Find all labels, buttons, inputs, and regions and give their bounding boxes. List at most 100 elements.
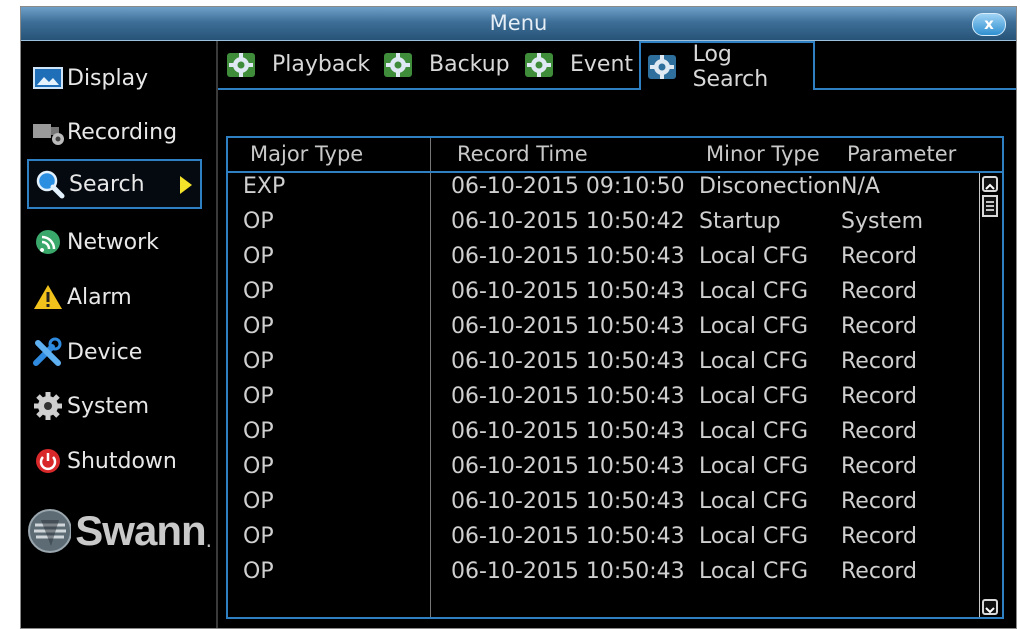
sidebar-item-search[interactable]: Search <box>27 159 202 209</box>
playback-tab-icon <box>224 48 258 82</box>
cell-minor-type: Local CFG <box>699 349 809 374</box>
network-icon <box>31 227 65 257</box>
cell-minor-type: Local CFG <box>699 279 809 304</box>
shutdown-icon <box>31 446 65 476</box>
menu-window: Menu x Display Recording Search Network … <box>20 6 1017 629</box>
table-row[interactable]: OP 06-10-2015 10:50:43 Local CFG Record <box>228 524 988 559</box>
sidebar-item-label: Shutdown <box>67 448 177 474</box>
cell-parameter: Record <box>841 559 918 584</box>
grip-icon <box>986 201 994 211</box>
cell-major-type: OP <box>243 489 274 514</box>
cell-minor-type: Local CFG <box>699 244 809 269</box>
cell-minor-type: Local CFG <box>699 489 809 514</box>
scroll-down-button[interactable] <box>982 599 998 615</box>
tab-label: Event <box>570 52 634 77</box>
search-icon <box>33 169 67 199</box>
sidebar-item-device[interactable]: Device <box>27 327 202 377</box>
sidebar-item-alarm[interactable]: Alarm <box>27 272 202 322</box>
cell-major-type: OP <box>243 454 274 479</box>
sidebar-item-label: Network <box>67 229 159 255</box>
header-parameter[interactable]: Parameter <box>847 142 956 166</box>
cell-record-time: 06-10-2015 10:50:43 <box>451 384 685 409</box>
cell-parameter: Record <box>841 489 918 514</box>
cell-parameter: N/A <box>841 174 880 199</box>
tab-playback[interactable]: Playback <box>224 41 370 88</box>
cell-record-time: 06-10-2015 10:50:43 <box>451 454 685 479</box>
scroll-thumb[interactable] <box>982 195 998 217</box>
tab-log-search[interactable]: Log Search <box>639 41 815 92</box>
table-row[interactable]: OP 06-10-2015 10:50:43 Local CFG Record <box>228 244 988 279</box>
swann-logo: Swann. <box>27 496 212 566</box>
table-row[interactable]: OP 06-10-2015 10:50:43 Local CFG Record <box>228 349 988 384</box>
window-title: Menu <box>489 11 548 35</box>
header-minor-type[interactable]: Minor Type <box>706 142 820 166</box>
table-row[interactable]: OP 06-10-2015 10:50:42 Startup System <box>228 209 988 244</box>
tab-label: Playback <box>272 52 371 77</box>
cell-minor-type: Local CFG <box>699 559 809 584</box>
sidebar-item-recording[interactable]: Recording <box>27 107 202 157</box>
table-row[interactable]: EXP 06-10-2015 09:10:50 Disconection N/A <box>228 174 988 209</box>
table-row[interactable]: OP 06-10-2015 10:50:43 Local CFG Record <box>228 279 988 314</box>
cell-record-time: 06-10-2015 10:50:43 <box>451 279 685 304</box>
cell-major-type: OP <box>243 244 274 269</box>
cell-major-type: OP <box>243 384 274 409</box>
cell-parameter: Record <box>841 419 918 444</box>
cell-record-time: 06-10-2015 10:50:43 <box>451 489 685 514</box>
cell-major-type: OP <box>243 349 274 374</box>
cell-minor-type: Local CFG <box>699 419 809 444</box>
cell-parameter: Record <box>841 314 918 339</box>
cell-record-time: 06-10-2015 10:50:43 <box>451 349 685 374</box>
cell-major-type: OP <box>243 209 274 234</box>
scroll-up-button[interactable] <box>982 176 998 192</box>
arrow-right-icon <box>180 176 192 194</box>
cell-major-type: OP <box>243 419 274 444</box>
table-row[interactable]: OP 06-10-2015 10:50:43 Local CFG Record <box>228 314 988 349</box>
vertical-scrollbar[interactable] <box>979 173 1002 617</box>
cell-parameter: Record <box>841 279 918 304</box>
sidebar-item-label: Device <box>67 339 143 365</box>
cell-record-time: 06-10-2015 10:50:43 <box>451 314 685 339</box>
sidebar-item-label: Recording <box>67 119 178 145</box>
header-major-type[interactable]: Major Type <box>250 142 363 166</box>
tab-backup[interactable]: Backup <box>381 41 510 88</box>
backup-tab-icon <box>381 48 415 82</box>
chevron-down-icon <box>985 607 995 614</box>
event-tab-icon <box>522 48 556 82</box>
cell-minor-type: Local CFG <box>699 384 809 409</box>
cell-major-type: OP <box>243 314 274 339</box>
table-row[interactable]: OP 06-10-2015 10:50:43 Local CFG Record <box>228 419 988 454</box>
table-row[interactable]: OP 06-10-2015 10:50:43 Local CFG Record <box>228 384 988 419</box>
tab-label: Log Search <box>692 41 769 92</box>
logo-mark: . <box>205 528 212 552</box>
sidebar-item-system[interactable]: System <box>27 381 202 431</box>
table-header: Major Type Record Time Minor Type Parame… <box>228 138 1002 173</box>
cell-record-time: 06-10-2015 10:50:43 <box>451 419 685 444</box>
title-bar: Menu x <box>21 7 1016 41</box>
cell-minor-type: Local CFG <box>699 454 809 479</box>
cell-record-time: 06-10-2015 10:50:43 <box>451 524 685 549</box>
cell-parameter: Record <box>841 524 918 549</box>
table-row[interactable]: OP 06-10-2015 10:50:43 Local CFG Record <box>228 489 988 524</box>
cell-minor-type: Local CFG <box>699 314 809 339</box>
close-button[interactable]: x <box>972 13 1006 36</box>
table-row[interactable]: OP 06-10-2015 10:50:43 Local CFG Record <box>228 559 988 594</box>
sidebar-item-display[interactable]: Display <box>27 53 202 103</box>
table-row[interactable]: OP 06-10-2015 10:50:43 Local CFG Record <box>228 454 988 489</box>
sidebar-item-label: Search <box>69 171 145 197</box>
log-search-tab-icon <box>645 50 679 84</box>
header-record-time[interactable]: Record Time <box>457 142 588 166</box>
sidebar-item-shutdown[interactable]: Shutdown <box>27 436 202 486</box>
recording-icon <box>31 117 65 147</box>
cell-record-time: 06-10-2015 09:10:50 <box>451 174 685 199</box>
alarm-icon <box>31 282 65 312</box>
tab-event[interactable]: Event <box>522 41 633 88</box>
cell-major-type: OP <box>243 524 274 549</box>
chevron-up-icon <box>985 183 995 190</box>
device-icon <box>31 337 65 367</box>
cell-major-type: OP <box>243 279 274 304</box>
cell-parameter: Record <box>841 454 918 479</box>
cell-minor-type: Disconection <box>699 174 841 199</box>
sidebar-item-label: System <box>67 393 150 419</box>
cell-parameter: Record <box>841 384 918 409</box>
sidebar-item-network[interactable]: Network <box>27 217 202 267</box>
